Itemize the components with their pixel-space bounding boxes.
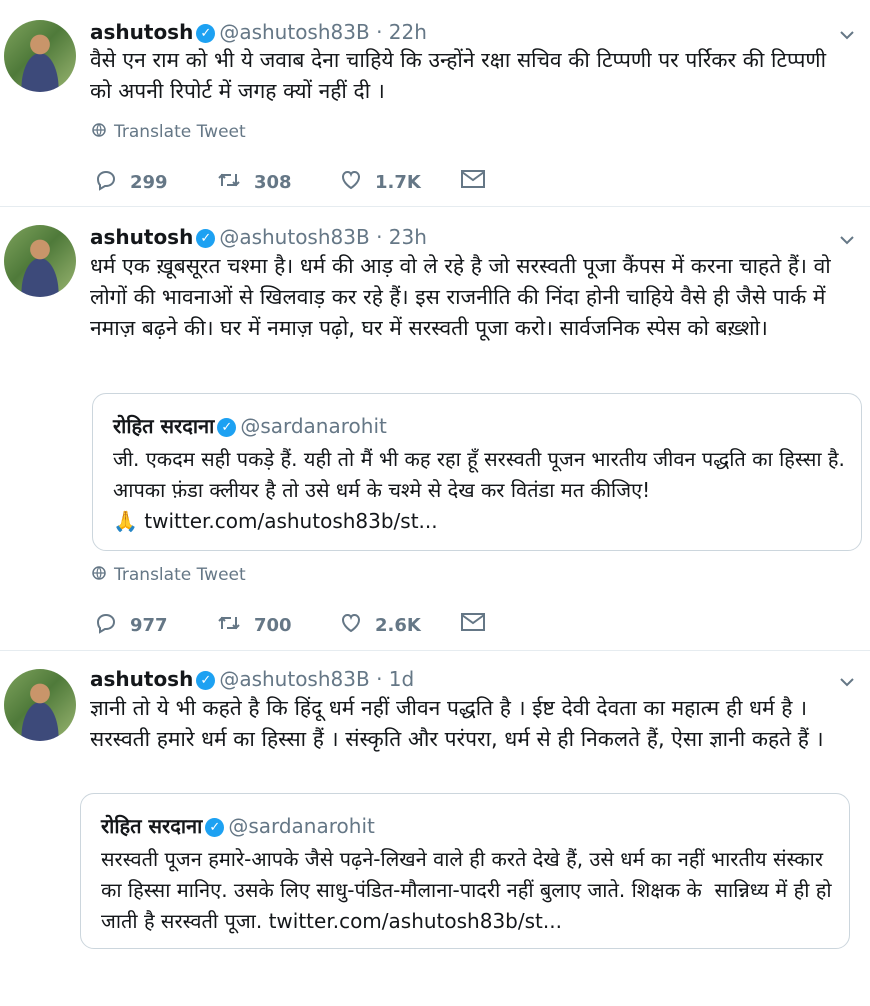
quoted-tweet-header: रोहित सरदाना ✓ @sardanarohit <box>113 412 387 439</box>
verified-badge-icon: ✓ <box>196 229 216 248</box>
tweet-header: ashutosh ✓ @ashutosh83B · 1d <box>90 667 414 695</box>
author-name[interactable]: ashutosh <box>90 20 193 44</box>
chevron-down-icon[interactable] <box>838 26 858 46</box>
author-name[interactable]: ashutosh <box>90 225 193 249</box>
tweet-actions: 977 700 2.6K <box>94 611 494 641</box>
timestamp[interactable]: 23h <box>389 225 427 249</box>
heart-icon <box>341 613 361 633</box>
quoted-tweet-header: रोहित सरदाना ✓ @sardanarohit <box>101 812 375 839</box>
author-handle[interactable]: @ashutosh83B <box>219 667 369 691</box>
quoted-author-name: रोहित सरदाना <box>101 814 203 838</box>
reply-button[interactable]: 977 <box>94 611 168 636</box>
verified-badge-icon: ✓ <box>217 418 237 437</box>
globe-icon <box>92 565 108 585</box>
avatar[interactable] <box>4 225 76 297</box>
quoted-tweet-link[interactable]: twitter.com/ashutosh83b/st... <box>144 509 437 533</box>
retweet-icon <box>218 616 240 630</box>
retweet-button[interactable]: 700 <box>216 611 292 636</box>
tweet[interactable]: ashutosh ✓ @ashutosh83B · 1d ज्ञानी तो ये … <box>0 651 870 1006</box>
chevron-down-icon[interactable] <box>838 231 858 251</box>
author-handle[interactable]: @ashutosh83B <box>219 225 369 249</box>
reply-icon <box>96 170 116 191</box>
verified-badge-icon: ✓ <box>196 671 216 690</box>
retweet-button[interactable]: 308 <box>216 168 292 193</box>
author-handle[interactable]: @ashutosh83B <box>219 20 369 44</box>
quoted-author-name: रोहित सरदाना <box>113 414 215 438</box>
reply-count: 299 <box>130 172 168 193</box>
timestamp[interactable]: 1d <box>389 667 414 691</box>
reply-button[interactable]: 299 <box>94 168 168 193</box>
quoted-tweet-link[interactable]: twitter.com/ashutosh83b/st... <box>269 909 562 933</box>
tweet-header: ashutosh ✓ @ashutosh83B · 22h <box>90 20 427 48</box>
chevron-down-icon[interactable] <box>838 673 858 693</box>
timestamp[interactable]: 22h <box>389 20 427 44</box>
tweet-text: ज्ञानी तो ये भी कहते है कि हिंदू धर्म नह… <box>90 696 824 751</box>
quoted-tweet-text: जी. एकदम सही पकड़े हैं. यही तो मैं भी कह… <box>113 444 853 537</box>
quoted-text-body: जी. एकदम सही पकड़े हैं. यही तो मैं भी कह… <box>113 447 852 502</box>
tweet-text: वैसे एन राम को भी ये जवाब देना चाहिये कि… <box>90 48 833 103</box>
pray-emoji: 🙏 <box>113 509 138 533</box>
envelope-icon <box>461 613 485 631</box>
tweet-actions: 299 308 1.7K <box>94 168 494 198</box>
dm-button[interactable] <box>460 611 498 634</box>
tweet[interactable]: ashutosh ✓ @ashutosh83B · 22h वैसे एन राम … <box>0 0 870 205</box>
separator-dot: · <box>376 225 383 249</box>
author-name[interactable]: ashutosh <box>90 667 193 691</box>
quoted-author-handle: @sardanarohit <box>240 414 387 438</box>
envelope-icon <box>461 170 485 188</box>
like-button[interactable]: 2.6K <box>339 611 421 636</box>
quoted-tweet[interactable]: रोहित सरदाना ✓ @sardanarohit जी. एकदम सही … <box>92 393 862 551</box>
dm-button[interactable] <box>460 168 498 191</box>
tweet-text: धर्म एक ख़ूबसूरत चश्मा है। धर्म की आड़ व… <box>90 254 838 340</box>
avatar[interactable] <box>4 20 76 92</box>
quoted-tweet[interactable]: रोहित सरदाना ✓ @sardanarohit सरस्वती पूजन … <box>80 793 850 949</box>
heart-icon <box>341 170 361 190</box>
verified-badge-icon: ✓ <box>196 24 216 43</box>
translate-tweet-link[interactable]: Translate Tweet <box>92 565 246 585</box>
reply-count: 977 <box>130 615 168 636</box>
quoted-author-handle: @sardanarohit <box>228 814 375 838</box>
translate-label: Translate Tweet <box>114 565 246 585</box>
retweet-count: 700 <box>254 615 292 636</box>
separator-dot: · <box>376 667 383 691</box>
tweet-header: ashutosh ✓ @ashutosh83B · 23h <box>90 225 427 253</box>
tweet[interactable]: ashutosh ✓ @ashutosh83B · 23h धर्म एक ख़ूब… <box>0 207 870 649</box>
retweet-count: 308 <box>254 172 292 193</box>
avatar[interactable] <box>4 669 76 741</box>
retweet-icon <box>218 173 240 187</box>
like-button[interactable]: 1.7K <box>339 168 421 193</box>
verified-badge-icon: ✓ <box>205 818 225 837</box>
like-count: 1.7K <box>375 172 421 193</box>
translate-label: Translate Tweet <box>114 122 246 142</box>
like-count: 2.6K <box>375 615 421 636</box>
quoted-tweet-text: सरस्वती पूजन हमारे-आपके जैसे पढ़ने-लिखने… <box>101 844 841 937</box>
translate-tweet-link[interactable]: Translate Tweet <box>92 122 246 142</box>
globe-icon <box>92 122 108 142</box>
reply-icon <box>96 613 116 634</box>
separator-dot: · <box>376 20 383 44</box>
